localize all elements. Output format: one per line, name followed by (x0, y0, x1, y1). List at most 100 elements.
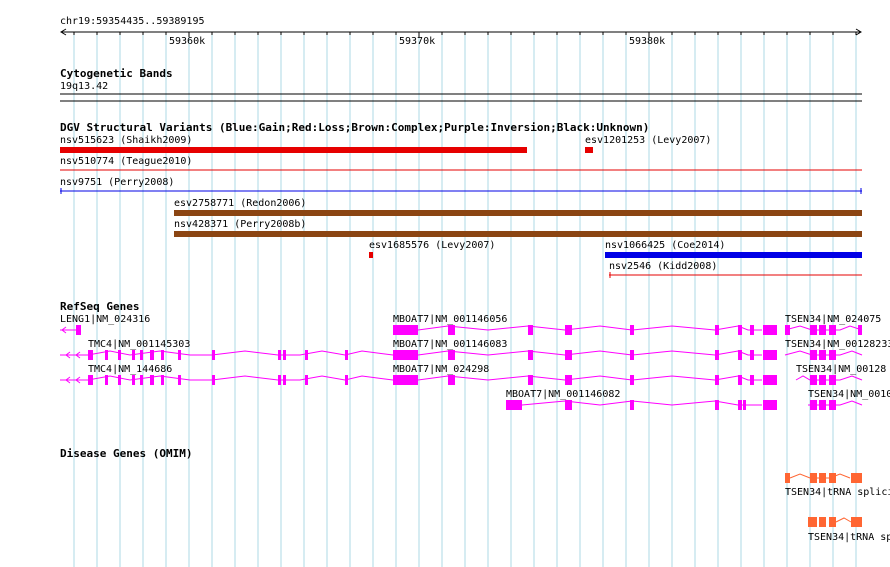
omim-gene-model[interactable] (785, 473, 862, 483)
gene-exon (565, 325, 572, 335)
variant-loss-bar[interactable] (60, 147, 527, 153)
gene-exon (105, 350, 108, 360)
gene-exon (829, 473, 836, 483)
gene-intron (417, 325, 762, 331)
gene-exon (810, 350, 817, 360)
gene-model-tmc4-686[interactable] (60, 375, 394, 385)
gene-label: TSEN34|NM_00128 (796, 364, 886, 375)
gene-model-tsen34-010[interactable] (808, 400, 863, 410)
variant-loss-bar[interactable] (585, 147, 593, 153)
ruler-track[interactable]: chr19:59354435..59389195 59360k 59370k 5… (60, 16, 862, 47)
dgv-track[interactable]: DGV Structural Variants (Blue:Gain;Red:L… (60, 121, 862, 278)
gene-exon (88, 375, 93, 385)
tick-label: 59360k (169, 36, 205, 47)
gene-exon (506, 400, 522, 410)
gene-exon (345, 350, 348, 360)
gene-model-tsen34-075[interactable] (784, 325, 863, 335)
gene-exon (150, 375, 154, 385)
gene-label: MBOAT7|NM_001146056 (393, 314, 507, 325)
variant-label: nsv2546 (Kidd2008) (609, 261, 717, 272)
gene-exon (132, 375, 135, 385)
gene-exon (819, 400, 826, 410)
omim-gene-model[interactable] (808, 517, 862, 527)
gene-exon (140, 375, 143, 385)
gene-exon (132, 350, 135, 360)
gene-exon (738, 325, 742, 335)
gene-label: TMC4|NM_001145303 (88, 339, 190, 350)
variant-loss-bar[interactable] (369, 252, 373, 258)
band-label: 19q13.42 (60, 81, 108, 92)
gene-model-tsen34-233[interactable] (784, 350, 863, 360)
gene-exon (750, 350, 754, 360)
gene-exon (150, 350, 154, 360)
gene-exon (750, 375, 754, 385)
gene-exon (819, 517, 826, 527)
tick-label: 59370k (399, 36, 435, 47)
refseq-track[interactable]: RefSeq Genes LENG1|NM_024316 MBOAT7|NM_0… (60, 300, 890, 410)
variant-complex-bar[interactable] (174, 231, 862, 237)
gene-model-mboat7-056[interactable] (393, 325, 777, 335)
gene-exon (851, 517, 862, 527)
gene-intron (835, 517, 852, 523)
gene-exon (743, 400, 746, 410)
gene-exon (393, 325, 418, 335)
gene-exon (715, 350, 719, 360)
gene-exon (785, 473, 790, 483)
gene-exon (829, 517, 836, 527)
gene-exon (448, 375, 455, 385)
gene-exon (750, 325, 754, 335)
variant-gain-bar[interactable] (605, 252, 862, 258)
gene-exon (448, 325, 455, 335)
gene-label: TSEN34|NM_024075 (785, 314, 881, 325)
gene-exon (738, 400, 742, 410)
gene-model-tsen34-282[interactable] (795, 375, 863, 385)
gene-exon (763, 350, 777, 360)
omim-label[interactable]: TSEN34|tRNA splici (785, 487, 890, 498)
gene-exon (283, 350, 286, 360)
gene-exon (140, 350, 143, 360)
variant-label: nsv1066425 (Coe2014) (605, 240, 725, 251)
gene-intron (60, 375, 394, 381)
variant-label: nsv428371 (Perry2008b) (174, 219, 306, 230)
gene-model-mboat7-083[interactable] (393, 350, 777, 360)
gene-exon (283, 375, 286, 385)
gene-exon (763, 375, 777, 385)
genome-browser-view[interactable]: chr19:59354435..59389195 59360k 59370k 5… (0, 0, 890, 567)
gene-exon (851, 473, 862, 483)
gene-label: TMC4|NM_144686 (88, 364, 172, 375)
gene-label: LENG1|NM_024316 (60, 314, 150, 325)
gene-exon (345, 375, 348, 385)
omim-label[interactable]: TSEN34|tRNA sp (808, 532, 890, 543)
gene-exon (829, 375, 836, 385)
cytoband-track[interactable]: Cytogenetic Bands 19q13.42 (60, 67, 862, 102)
variant-label: nsv9751 (Perry2008) (60, 177, 174, 188)
gene-exon (565, 400, 572, 410)
variant-complex-bar[interactable] (174, 210, 862, 216)
gene-model-mboat7-298[interactable] (393, 375, 777, 385)
gene-exon (178, 375, 181, 385)
gene-exon (528, 375, 533, 385)
variant-label: nsv510774 (Teague2010) (60, 156, 192, 167)
gene-exon (88, 350, 93, 360)
gene-exon (278, 350, 281, 360)
gene-exon (630, 400, 634, 410)
gene-label: MBOAT7|NM_024298 (393, 364, 489, 375)
gene-model-tmc4-303[interactable] (60, 350, 394, 360)
gene-exon (565, 350, 572, 360)
gene-model-leng1[interactable] (60, 325, 81, 335)
gene-exon (393, 375, 418, 385)
track-canvas[interactable]: chr19:59354435..59389195 59360k 59370k 5… (0, 0, 890, 567)
gene-exon (118, 375, 121, 385)
gene-exon (829, 325, 836, 335)
gene-exon (212, 350, 215, 360)
gene-intron (60, 350, 394, 356)
gene-intron (417, 350, 762, 356)
gene-exon (76, 325, 81, 335)
omim-track[interactable]: Disease Genes (OMIM) TSEN34|tRNA splici … (60, 447, 890, 543)
gene-exon (630, 350, 634, 360)
gene-exon (448, 350, 455, 360)
gene-exon (305, 350, 308, 360)
gene-model-mboat7-082[interactable] (506, 400, 777, 410)
gene-exon (785, 325, 790, 335)
gene-exon (829, 350, 836, 360)
